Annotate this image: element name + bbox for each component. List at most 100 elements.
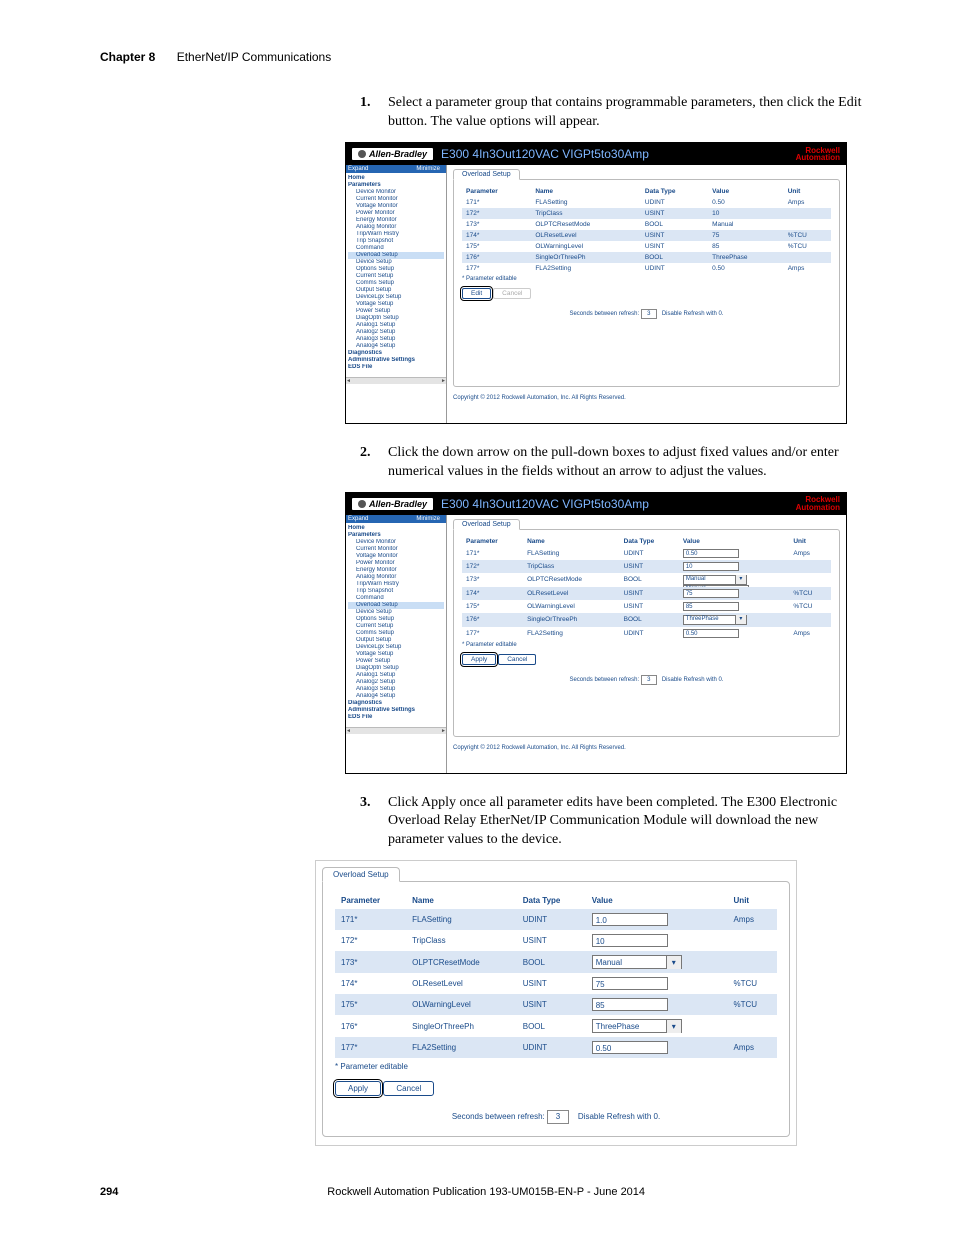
sidebar-item[interactable]: Analog4 Setup xyxy=(348,693,444,700)
sidebar-item[interactable]: Overload Setup xyxy=(348,602,444,609)
sidebar-item[interactable]: Comms Setup xyxy=(348,630,444,637)
value-select[interactable]: ThreePhase▾ xyxy=(592,1019,682,1033)
value-input[interactable]: 0.50 xyxy=(683,549,739,558)
sidebar-item[interactable]: Command xyxy=(348,245,444,252)
refresh-input[interactable]: 3 xyxy=(641,309,657,319)
sidebar-item[interactable]: Trip/Warn Histry xyxy=(348,231,444,238)
sidebar-item[interactable]: DeviceLgx Setup xyxy=(348,644,444,651)
table-row: 174*OLResetLevelUSINT75%TCU xyxy=(335,973,777,994)
cell-dtype: UDINT xyxy=(641,263,708,274)
sidebar-item[interactable]: Current Setup xyxy=(348,623,444,630)
cell-value: ThreePhase▾ xyxy=(586,1015,728,1037)
value-select[interactable]: Manual▾ xyxy=(592,955,682,969)
chevron-down-icon[interactable]: ▾ xyxy=(666,1020,681,1033)
sidebar-item[interactable]: EDS File xyxy=(348,714,444,721)
sidebar-item[interactable]: Options Setup xyxy=(348,616,444,623)
sidebar-item[interactable]: Voltage Setup xyxy=(348,651,444,658)
sidebar-item[interactable]: Energy Monitor xyxy=(348,217,444,224)
tab-overload-setup[interactable]: Overload Setup xyxy=(322,867,400,882)
sidebar-item[interactable]: Options Setup xyxy=(348,266,444,273)
value-input[interactable]: 10 xyxy=(592,934,668,947)
sidebar-item[interactable]: Analog3 Setup xyxy=(348,336,444,343)
value-input[interactable]: 75 xyxy=(592,977,668,990)
refresh-input[interactable]: 3 xyxy=(547,1110,569,1124)
value-input[interactable]: 10 xyxy=(683,562,739,571)
apply-button[interactable]: Apply xyxy=(462,654,496,665)
sidebar-minimize[interactable]: Minimize xyxy=(412,166,444,172)
sidebar-scrollbar[interactable] xyxy=(346,377,446,384)
edit-button[interactable]: Edit xyxy=(462,288,491,299)
chevron-down-icon[interactable]: ▾ xyxy=(735,575,746,584)
sidebar-item[interactable]: Analog1 Setup xyxy=(348,322,444,329)
sidebar-item[interactable]: Power Setup xyxy=(348,658,444,665)
sidebar-item[interactable]: Current Setup xyxy=(348,273,444,280)
sidebar-item[interactable]: Power Monitor xyxy=(348,210,444,217)
sidebar-item[interactable]: DiagOptn Setup xyxy=(348,315,444,322)
sidebar-item[interactable]: Diagnostics xyxy=(348,350,444,357)
sidebar-item[interactable]: Overload Setup xyxy=(348,252,444,259)
sidebar-item[interactable]: Current Monitor xyxy=(348,196,444,203)
chevron-down-icon[interactable]: ▾ xyxy=(735,615,746,624)
sidebar-scrollbar[interactable] xyxy=(346,727,446,734)
cancel-button[interactable]: Cancel xyxy=(383,1081,434,1096)
param-editable-note: * Parameter editable xyxy=(462,276,831,282)
sidebar-item[interactable]: Device Setup xyxy=(348,259,444,266)
sidebar-item[interactable]: Trip/Warn Histry xyxy=(348,581,444,588)
sidebar-item[interactable]: Parameters xyxy=(348,532,444,539)
col-unit: Unit xyxy=(728,892,777,909)
sidebar-item[interactable]: Command xyxy=(348,595,444,602)
sidebar-item[interactable]: Analog Monitor xyxy=(348,224,444,231)
step-1: 1. Select a parameter group that contain… xyxy=(360,94,894,132)
value-select[interactable]: Manual▾ xyxy=(683,575,747,585)
sidebar-item[interactable]: Home xyxy=(348,525,444,532)
sidebar-item[interactable]: Trip Snapshot xyxy=(348,238,444,245)
screenshot-1: Allen-Bradley E300 4In3Out120VAC VIGPt5t… xyxy=(345,142,847,424)
sidebar-item[interactable]: Power Monitor xyxy=(348,560,444,567)
sidebar-item[interactable]: Voltage Monitor xyxy=(348,203,444,210)
sidebar-item[interactable]: Analog1 Setup xyxy=(348,672,444,679)
sidebar-minimize[interactable]: Minimize xyxy=(412,516,444,522)
cell-unit: %TCU xyxy=(784,241,831,252)
value-select[interactable]: ThreePhase▾ xyxy=(683,615,747,625)
sidebar-expand[interactable]: Expand xyxy=(348,166,412,172)
sidebar-item[interactable]: Home xyxy=(348,175,444,182)
sidebar-item[interactable]: Voltage Setup xyxy=(348,301,444,308)
refresh-input[interactable]: 3 xyxy=(641,675,657,685)
cancel-button[interactable]: Cancel xyxy=(498,654,536,665)
sidebar-item[interactable]: EDS File xyxy=(348,364,444,371)
value-input[interactable]: 1.0 xyxy=(592,913,668,926)
value-input[interactable]: 85 xyxy=(592,998,668,1011)
sidebar-item[interactable]: Analog3 Setup xyxy=(348,686,444,693)
sidebar-item[interactable]: Output Setup xyxy=(348,637,444,644)
sidebar-item[interactable]: Administrative Settings xyxy=(348,707,444,714)
sidebar-item[interactable]: Trip Snapshot xyxy=(348,588,444,595)
value-input[interactable]: 85 xyxy=(683,602,739,611)
sidebar-expand[interactable]: Expand xyxy=(348,516,412,522)
sidebar-item[interactable]: Analog Monitor xyxy=(348,574,444,581)
sidebar-item[interactable]: Parameters xyxy=(348,182,444,189)
sidebar-item[interactable]: Analog4 Setup xyxy=(348,343,444,350)
sidebar-item[interactable]: Output Setup xyxy=(348,287,444,294)
value-input[interactable]: 0.50 xyxy=(592,1041,668,1054)
sidebar-item[interactable]: Device Setup xyxy=(348,609,444,616)
sidebar-item[interactable]: Diagnostics xyxy=(348,700,444,707)
value-input[interactable]: 75 xyxy=(683,589,739,598)
sidebar-item[interactable]: DiagOptn Setup xyxy=(348,665,444,672)
apply-button[interactable]: Apply xyxy=(335,1081,381,1096)
sidebar-item[interactable]: Current Monitor xyxy=(348,546,444,553)
sidebar-item[interactable]: Energy Monitor xyxy=(348,567,444,574)
sidebar-item[interactable]: Voltage Monitor xyxy=(348,553,444,560)
sidebar-item[interactable]: Analog2 Setup xyxy=(348,329,444,336)
sidebar-item[interactable]: Analog2 Setup xyxy=(348,679,444,686)
tab-overload-setup[interactable]: Overload Setup xyxy=(453,519,520,530)
sidebar-item[interactable]: Device Monitor xyxy=(348,539,444,546)
sidebar-item[interactable]: Power Setup xyxy=(348,308,444,315)
cell-value: 10 xyxy=(586,930,728,951)
chevron-down-icon[interactable]: ▾ xyxy=(666,956,681,969)
sidebar-item[interactable]: DeviceLgx Setup xyxy=(348,294,444,301)
sidebar-item[interactable]: Administrative Settings xyxy=(348,357,444,364)
sidebar-item[interactable]: Device Monitor xyxy=(348,189,444,196)
sidebar-item[interactable]: Comms Setup xyxy=(348,280,444,287)
value-input[interactable]: 0.50 xyxy=(683,629,739,638)
tab-overload-setup[interactable]: Overload Setup xyxy=(453,169,520,180)
